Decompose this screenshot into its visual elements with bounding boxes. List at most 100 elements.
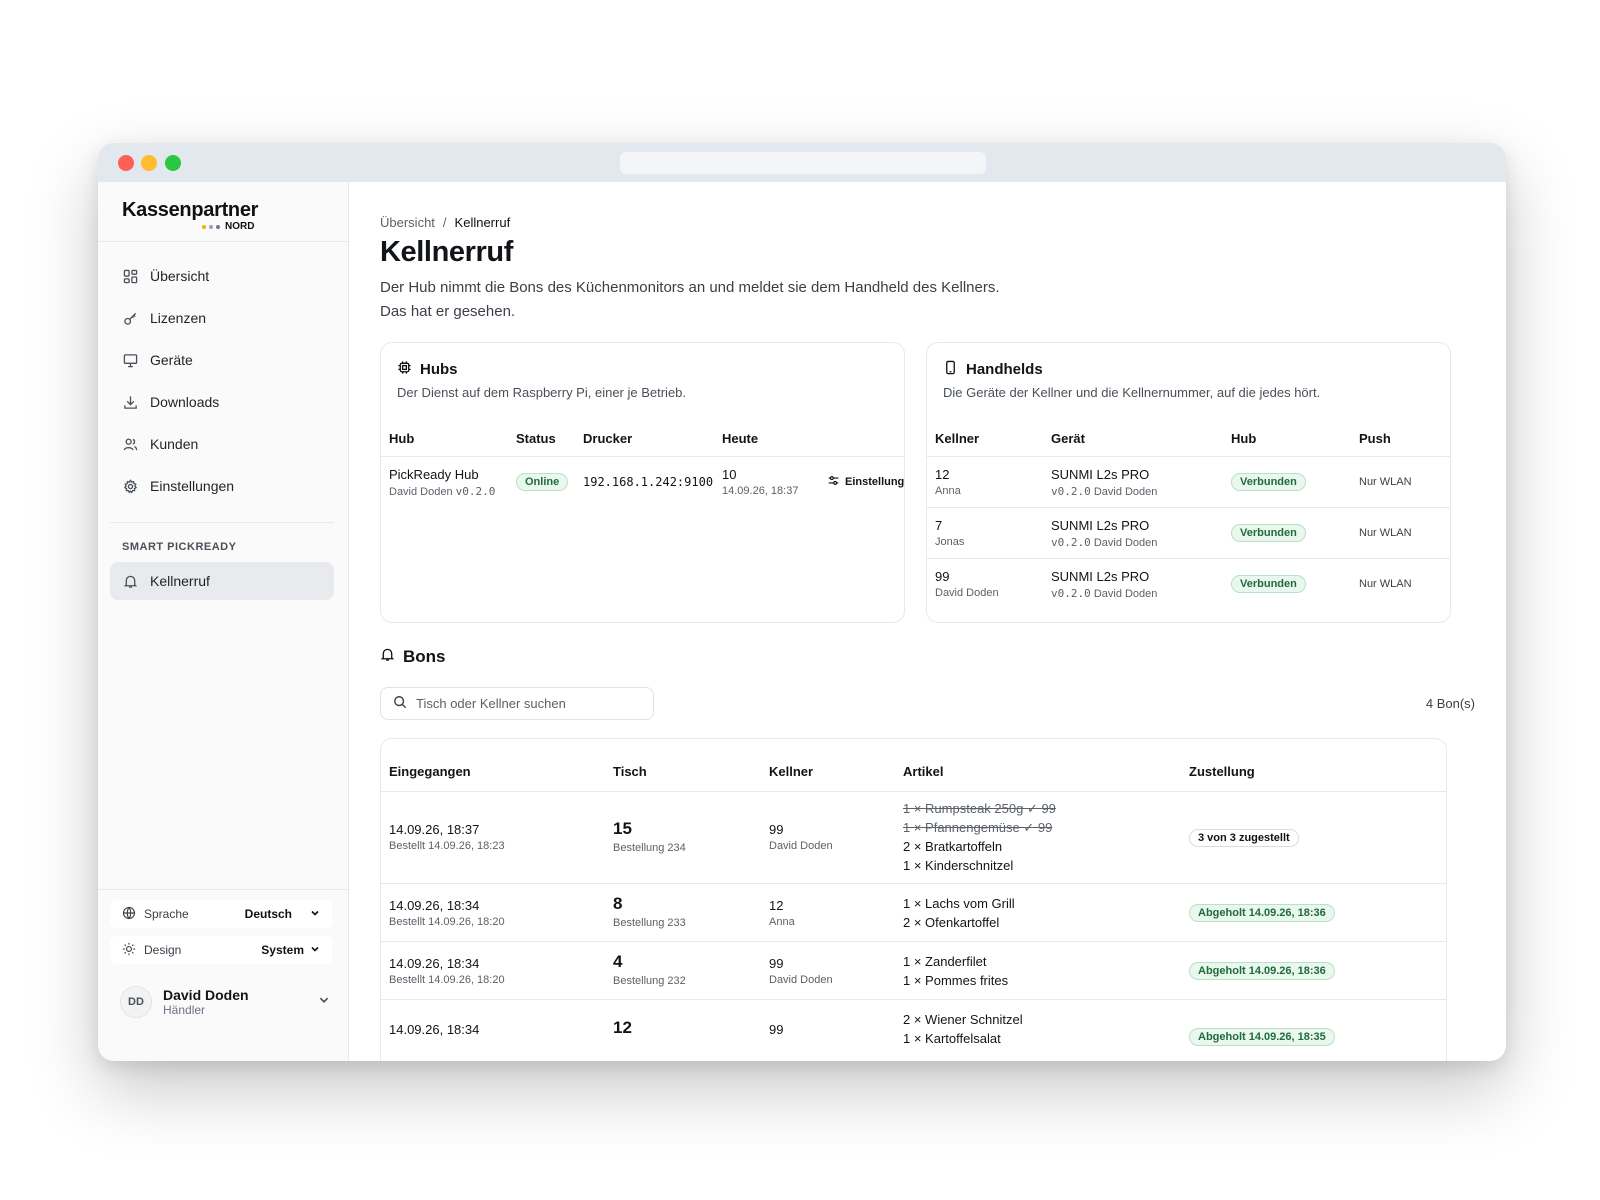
column-header: Kellner <box>935 431 980 446</box>
design-select[interactable]: Design System <box>110 936 332 964</box>
page-title: Kellnerruf <box>380 236 513 268</box>
bons-title: Bons <box>380 647 446 667</box>
breadcrumb-root[interactable]: Übersicht <box>380 215 435 230</box>
user-menu[interactable]: DD David Doden Händler <box>120 982 330 1022</box>
device-version: v0.2.0 <box>1051 485 1091 498</box>
hub-status-badge: Verbunden <box>1231 575 1306 593</box>
avatar: DD <box>120 986 152 1018</box>
ordered-time: Bestellt 14.09.26, 18:20 <box>389 916 505 928</box>
item-line: 1 × Rumpsteak 250g ✓ 99 <box>903 801 1056 816</box>
waiter-name: Anna <box>769 916 795 928</box>
users-icon <box>122 436 138 452</box>
handhelds-title: Handhelds <box>943 360 1043 379</box>
sidebar-item-downloads[interactable]: Downloads <box>110 383 334 421</box>
waiter-name: David Doden <box>769 840 833 852</box>
item-line: 2 × Wiener Schnitzel <box>903 1012 1023 1027</box>
sun-icon <box>122 942 136 959</box>
item-line: 1 × Pommes frites <box>903 973 1009 988</box>
phone-icon <box>943 360 958 379</box>
sidebar-item-einstellungen[interactable]: Einstellungen <box>110 467 334 505</box>
globe-icon <box>122 906 136 923</box>
breadcrumb-current: Kellnerruf <box>454 215 511 230</box>
browser-window: Kassenpartner NORD Übersicht Lizenzen Ge… <box>98 143 1506 1061</box>
gear-icon <box>122 478 138 494</box>
sidebar-item-lizenzen[interactable]: Lizenzen <box>110 299 334 337</box>
waiter-number: 99 <box>769 1022 784 1037</box>
device-owner: David Doden <box>1093 588 1158 600</box>
address-bar[interactable] <box>620 152 986 174</box>
order-number: Bestellung 234 <box>613 842 686 854</box>
hub-status-badge: Verbunden <box>1231 473 1306 491</box>
item-line: 2 × Bratkartoffeln <box>903 839 1003 854</box>
waiter-name: David Doden <box>769 974 833 986</box>
breadcrumb: Übersicht / Kellnerruf <box>380 215 510 230</box>
sidebar-item-label: Downloads <box>150 394 220 410</box>
main-content: Übersicht / Kellnerruf Kellnerruf Der Hu… <box>349 182 1506 1061</box>
chevron-down-icon <box>318 993 330 1011</box>
handhelds-subtitle: Die Geräte der Kellner und die Kellnernu… <box>943 385 1321 400</box>
design-value: System <box>261 943 304 957</box>
received-time: 14.09.26, 18:34 <box>389 898 480 913</box>
waiter-name: Anna <box>935 485 961 497</box>
language-value: Deutsch <box>244 907 292 921</box>
item-line: 1 × Lachs vom Grill <box>903 896 1015 911</box>
waiter-name: David Doden <box>935 587 999 599</box>
item-list: 2 × Wiener Schnitzel 1 × Kartoffelsalat <box>903 1010 1023 1048</box>
hub-status-badge: Verbunden <box>1231 524 1306 542</box>
column-header: Zustellung <box>1189 764 1255 779</box>
search-icon <box>393 695 407 712</box>
close-window-button[interactable] <box>118 155 134 171</box>
push-mode: Nur WLAN <box>1359 578 1412 590</box>
table-number: 15 <box>613 819 632 838</box>
sidebar-item-label: Lizenzen <box>150 310 207 326</box>
waiter-number: 12 <box>935 467 950 482</box>
column-header: Tisch <box>613 764 647 779</box>
column-header: Kellner <box>769 764 814 779</box>
delivery-badge: 3 von 3 zugestellt <box>1189 829 1299 847</box>
language-label: Sprache <box>144 907 189 921</box>
column-header: Hub <box>389 431 415 446</box>
column-header: Eingegangen <box>389 764 471 779</box>
download-icon <box>122 394 138 410</box>
ordered-time: Bestellt 14.09.26, 18:20 <box>389 974 505 986</box>
user-role: Händler <box>163 1003 206 1017</box>
device-version: v0.2.0 <box>1051 587 1091 600</box>
maximize-window-button[interactable] <box>165 155 181 171</box>
table-number: 8 <box>613 894 623 913</box>
bell-icon <box>380 647 395 667</box>
hub-settings-button[interactable]: Einstellung <box>827 474 904 490</box>
column-header: Hub <box>1231 431 1257 446</box>
order-number: Bestellung 232 <box>613 975 686 987</box>
sidebar-item-label: Einstellungen <box>150 478 235 494</box>
hub-name: PickReady Hub <box>389 467 479 482</box>
language-select[interactable]: Sprache Deutsch <box>110 900 332 928</box>
push-mode: Nur WLAN <box>1359 527 1412 539</box>
sidebar-item-geraete[interactable]: Geräte <box>110 341 334 379</box>
item-list: 1 × Rumpsteak 250g ✓ 99 1 × Pfannengemüs… <box>903 799 1056 875</box>
column-header: Heute <box>722 431 759 446</box>
table-number: 4 <box>613 952 623 971</box>
device-owner: David Doden <box>1093 537 1158 549</box>
window-titlebar <box>98 143 1506 182</box>
column-header: Status <box>516 431 556 446</box>
sliders-icon <box>827 474 840 490</box>
waiter-number: 99 <box>935 569 950 584</box>
waiter-number: 12 <box>769 898 784 913</box>
sidebar-item-kunden[interactable]: Kunden <box>110 425 334 463</box>
sidebar-item-kellnerruf[interactable]: Kellnerruf <box>110 562 334 600</box>
device-name: SUNMI L2s PRO <box>1051 467 1150 482</box>
today-time: 14.09.26, 18:37 <box>722 485 799 497</box>
received-time: 14.09.26, 18:34 <box>389 1022 480 1037</box>
waiter-name: Jonas <box>935 536 965 548</box>
waiter-number: 99 <box>769 822 784 837</box>
minimize-window-button[interactable] <box>141 155 157 171</box>
device-name: SUNMI L2s PRO <box>1051 569 1150 584</box>
bon-count: 4 Bon(s) <box>1425 696 1475 711</box>
sidebar-item-uebersicht[interactable]: Übersicht <box>110 257 334 295</box>
logo[interactable]: Kassenpartner NORD <box>122 199 258 232</box>
sidebar-item-label: Kunden <box>150 436 199 452</box>
column-header: Artikel <box>903 764 944 779</box>
hubs-card: Hubs Der Dienst auf dem Raspberry Pi, ei… <box>380 342 905 623</box>
search-input[interactable]: Tisch oder Kellner suchen <box>380 687 654 720</box>
logo-subtitle: NORD <box>202 221 254 232</box>
